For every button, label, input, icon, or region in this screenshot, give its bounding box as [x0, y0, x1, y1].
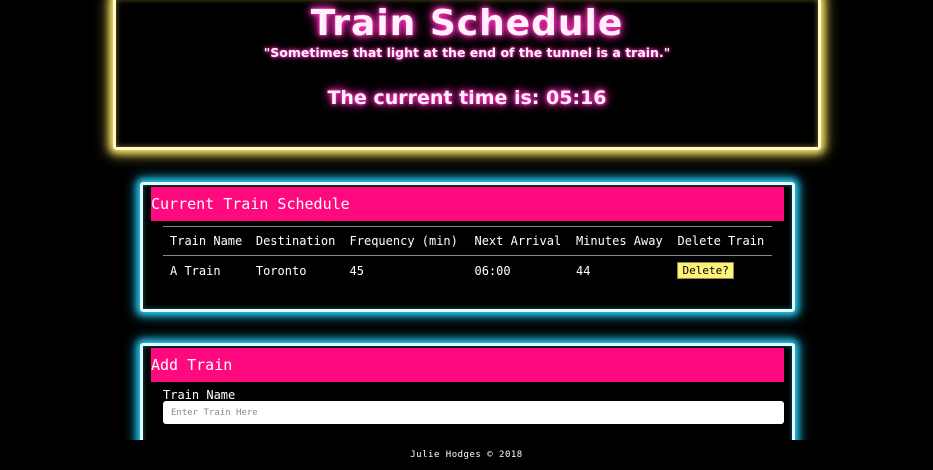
train-name-label: Train Name: [163, 388, 236, 402]
current-time: The current time is: 05:16: [327, 87, 607, 109]
schedule-panel: Current Train Schedule Train Name Destin…: [140, 182, 795, 312]
table-header-row: Train Name Destination Frequency (min) N…: [163, 226, 772, 256]
delete-train-button[interactable]: Delete?: [677, 262, 734, 280]
page-header: Train Schedule "Sometimes that light at …: [113, 0, 821, 150]
column-header: Destination: [255, 234, 336, 248]
destination-cell: Toronto: [255, 263, 307, 278]
train-name-input[interactable]: [163, 401, 784, 424]
column-header: Minutes Away: [575, 234, 663, 248]
column-header: Frequency (min): [349, 234, 458, 248]
next-arrival-cell: 06:00: [474, 263, 511, 278]
column-header: Train Name: [170, 234, 243, 248]
train-name-cell: A Train: [170, 263, 221, 278]
frequency-cell: 45: [349, 263, 364, 278]
delete-cell: Delete?: [670, 256, 772, 286]
tagline-quote: "Sometimes that light at the end of the …: [263, 45, 671, 60]
table-row: A Train Toronto 45 06:00 44 Delete?: [163, 256, 772, 286]
column-header: Next Arrival: [474, 234, 562, 248]
minutes-away-cell: 44: [575, 263, 591, 278]
schedule-table: Train Name Destination Frequency (min) N…: [163, 226, 772, 286]
add-train-heading: Add Train: [151, 348, 784, 382]
column-header: Delete Train: [677, 234, 765, 248]
footer: Julie Hodges © 2018: [0, 440, 933, 464]
page-title: Train Schedule: [310, 3, 624, 44]
schedule-heading: Current Train Schedule: [151, 187, 784, 221]
add-train-panel: Add Train Train Name: [140, 343, 795, 447]
